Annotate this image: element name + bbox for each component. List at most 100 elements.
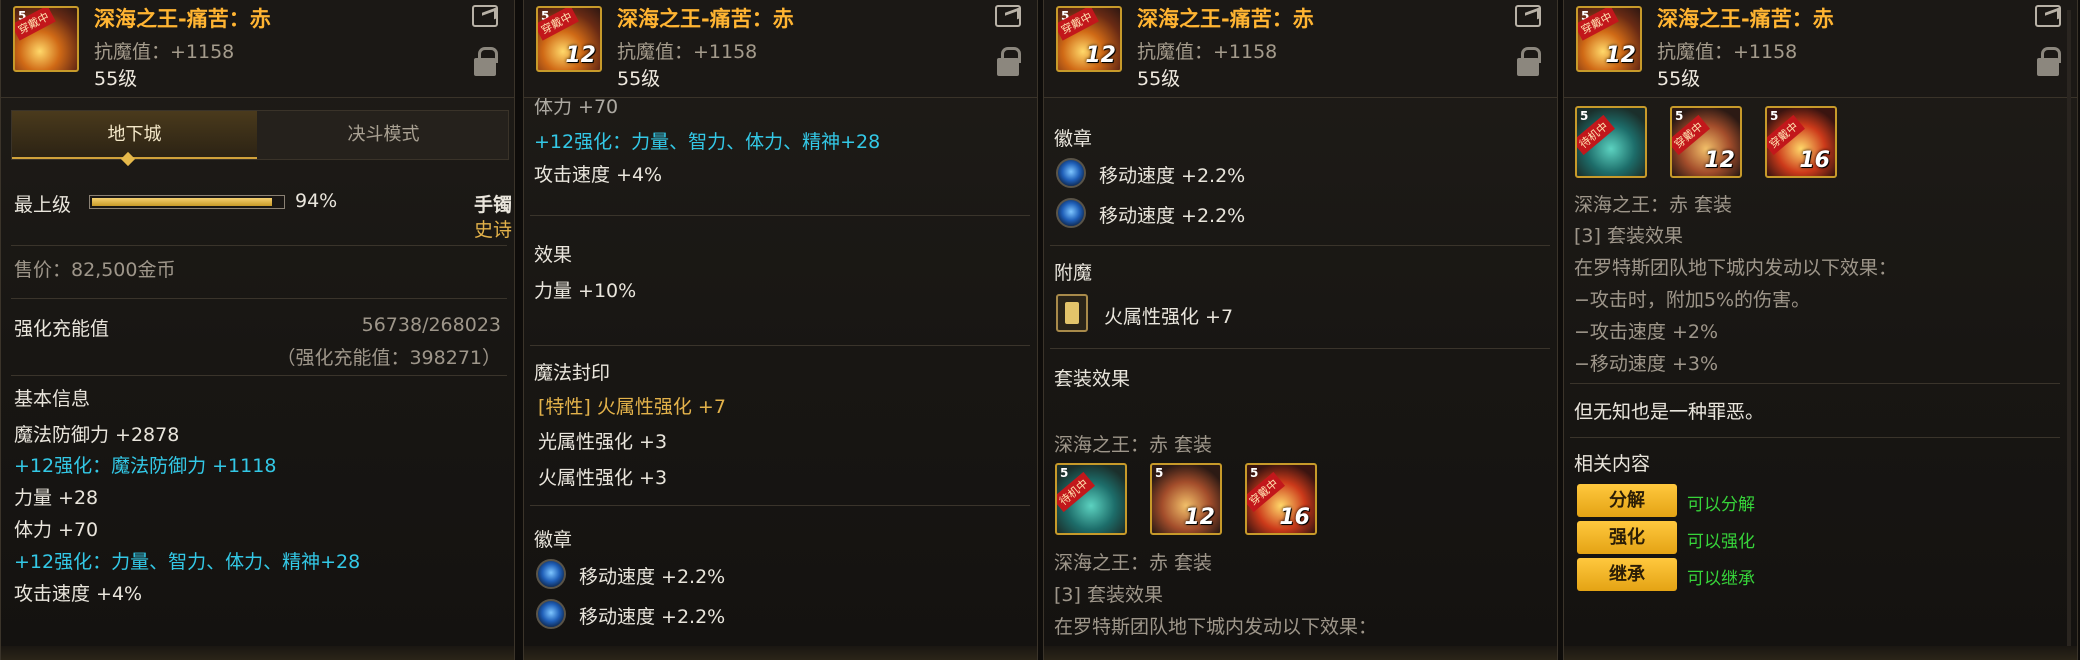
share-link-icon[interactable]: [472, 5, 498, 27]
reinforce-button[interactable]: 强化: [1577, 521, 1677, 554]
effect-header: 效果: [534, 244, 573, 266]
icon-grade-digit: 5: [1155, 466, 1164, 480]
inherit-button[interactable]: 继承: [1577, 558, 1677, 591]
lock-icon[interactable]: [997, 47, 1021, 76]
item-level: 55级: [1657, 68, 1701, 90]
grade-bar: [89, 195, 285, 209]
item-level: 55级: [617, 68, 661, 90]
blue-emblem-icon[interactable]: [1056, 198, 1086, 228]
basic-info-header: 基本信息: [14, 388, 91, 410]
item-level: 55级: [94, 68, 138, 90]
divider: [1050, 245, 1550, 246]
grade-bar-fill: [92, 198, 273, 206]
tooltip-panel-1: 5 穿戴中 深海之王-痛苦：赤 抗魔值：+1158 55级 地下城 决斗模式 最…: [0, 0, 515, 660]
item-resist: 抗魔值：+1158: [94, 41, 235, 63]
set-item-icon[interactable]: 5 穿戴中 12: [1670, 106, 1742, 178]
divider: [530, 345, 1030, 346]
lock-icon[interactable]: [2037, 47, 2061, 76]
item-icon[interactable]: 5 穿戴中 12: [1056, 6, 1122, 72]
icon-reinforce-level: 12: [1184, 505, 1215, 530]
seal-line: 火属性强化 +3: [538, 467, 668, 489]
blue-emblem-icon[interactable]: [1056, 158, 1086, 188]
bottom-strip: [524, 646, 1037, 660]
bottom-strip: [1, 646, 514, 660]
icon-reinforce-level: 16: [1799, 148, 1830, 173]
grade-percent: 94%: [295, 190, 338, 212]
stat-line-reinforce: +12强化：力量、智力、体力、精神+28: [14, 551, 361, 573]
icon-reinforce-level: 12: [1085, 43, 1116, 68]
tooltip-panel-3: 5 穿戴中 12 深海之王-痛苦：赤 抗魔值：+1158 55级 徽章 移动速度…: [1043, 0, 1558, 660]
divider: [11, 375, 507, 376]
effect-value: 力量 +10%: [534, 280, 637, 302]
set-item-icon[interactable]: 5 待机中: [1055, 463, 1127, 535]
emblem-line: 移动速度 +2.2%: [1099, 165, 1246, 187]
emblem-header: 徽章: [534, 529, 573, 551]
item-level: 55级: [1137, 68, 1181, 90]
stat-line: 魔法防御力 +2878: [14, 424, 180, 446]
set-name: 深海之王：赤 套装: [1574, 194, 1733, 216]
bottom-strip: [1044, 646, 1557, 660]
item-icon[interactable]: 5 穿戴中: [13, 6, 79, 72]
share-link-icon[interactable]: [1515, 5, 1541, 27]
stat-line-reinforce: +12强化：魔法防御力 +1118: [14, 455, 277, 477]
slot-type: 手镯: [474, 194, 513, 216]
item-resist: 抗魔值：+1158: [617, 41, 758, 63]
seal-line: 光属性强化 +3: [538, 431, 668, 453]
emblem-line: 移动速度 +2.2%: [1099, 205, 1246, 227]
set-item-icon[interactable]: 5 穿戴中 16: [1245, 463, 1317, 535]
set-item-icon[interactable]: 5 穿戴中 16: [1765, 106, 1837, 178]
set-name: 深海之王：赤 套装: [1054, 434, 1213, 456]
tooltip-panel-2: 体力 +70 5 穿戴中 12 深海之王-痛苦：赤 抗魔值：+1158 55级 …: [523, 0, 1038, 660]
item-icon[interactable]: 5 穿戴中 12: [1576, 6, 1642, 72]
stat-line: 攻击速度 +4%: [534, 164, 663, 186]
lock-icon[interactable]: [474, 47, 498, 76]
divider: [11, 245, 507, 246]
icon-reinforce-level: 12: [1605, 43, 1636, 68]
tooltip-panel-4: 5 待机中 5 穿戴中 12 5 穿戴中 16 5 穿戴中 12 深海之王-痛苦…: [1563, 0, 2078, 660]
lock-icon[interactable]: [1517, 47, 1541, 76]
icon-reinforce-level: 16: [1279, 505, 1310, 530]
emblem-header: 徽章: [1054, 128, 1093, 150]
scrollbar[interactable]: [2067, 10, 2071, 650]
set-line: 在罗特斯团队地下城内发动以下效果：: [1574, 257, 1898, 279]
divider: [530, 215, 1030, 216]
share-link-icon[interactable]: [2035, 5, 2061, 27]
item-header: 5 穿戴中 12 深海之王-痛苦：赤 抗魔值：+1158 55级: [524, 0, 1037, 98]
blue-emblem-icon[interactable]: [536, 599, 566, 629]
stat-line: 体力 +70: [14, 519, 99, 541]
item-resist: 抗魔值：+1158: [1657, 41, 1798, 63]
set-line: −攻击速度 +2%: [1574, 321, 1719, 343]
charge-label: 强化充能值: [14, 318, 110, 340]
set-item-icon[interactable]: 5 待机中: [1575, 106, 1647, 178]
blue-emblem-icon[interactable]: [536, 559, 566, 589]
divider: [1570, 437, 2060, 438]
seal-line-trait: [特性] 火属性强化 +7: [538, 396, 726, 418]
set-description: 在罗特斯团队地下城内发动以下效果：: [1054, 616, 1378, 638]
tab-dungeon[interactable]: 地下城: [12, 111, 257, 159]
item-resist: 抗魔值：+1158: [1137, 41, 1278, 63]
sell-price: 售价：82,500金币: [14, 259, 176, 281]
enchant-card-icon[interactable]: [1056, 294, 1088, 332]
divider: [530, 505, 1030, 506]
item-header: 5 穿戴中 深海之王-痛苦：赤 抗魔值：+1158 55级: [1, 0, 514, 98]
disassemble-button[interactable]: 分解: [1577, 484, 1677, 517]
tab-duel[interactable]: 决斗模式: [261, 111, 506, 159]
inherit-note: 可以继承: [1687, 569, 1755, 589]
seal-header: 魔法封印: [534, 362, 611, 384]
set-item-icon[interactable]: 5 12: [1150, 463, 1222, 535]
set-count: [3] 套装效果: [1054, 584, 1163, 606]
stat-line: 攻击速度 +4%: [14, 583, 143, 605]
item-header: 5 穿戴中 12 深海之王-痛苦：赤 抗魔值：+1158 55级: [1044, 0, 1557, 98]
item-name: 深海之王-痛苦：赤: [617, 7, 794, 31]
icon-grade-digit: 5: [1060, 466, 1069, 480]
stat-line-reinforce: +12强化：力量、智力、体力、精神+28: [534, 131, 881, 153]
share-link-icon[interactable]: [995, 5, 1021, 27]
item-icon[interactable]: 5 穿戴中 12: [536, 6, 602, 72]
charge-total: （强化充能值：398271）: [276, 347, 501, 369]
set-name: 深海之王：赤 套装: [1054, 552, 1213, 574]
charge-value: 56738/268023: [361, 314, 501, 336]
reinforce-note: 可以强化: [1687, 532, 1755, 552]
item-header: 5 穿戴中 12 深海之王-痛苦：赤 抗魔值：+1158 55级: [1564, 0, 2077, 98]
icon-reinforce-level: 12: [1704, 148, 1735, 173]
emblem-line: 移动速度 +2.2%: [579, 606, 726, 628]
